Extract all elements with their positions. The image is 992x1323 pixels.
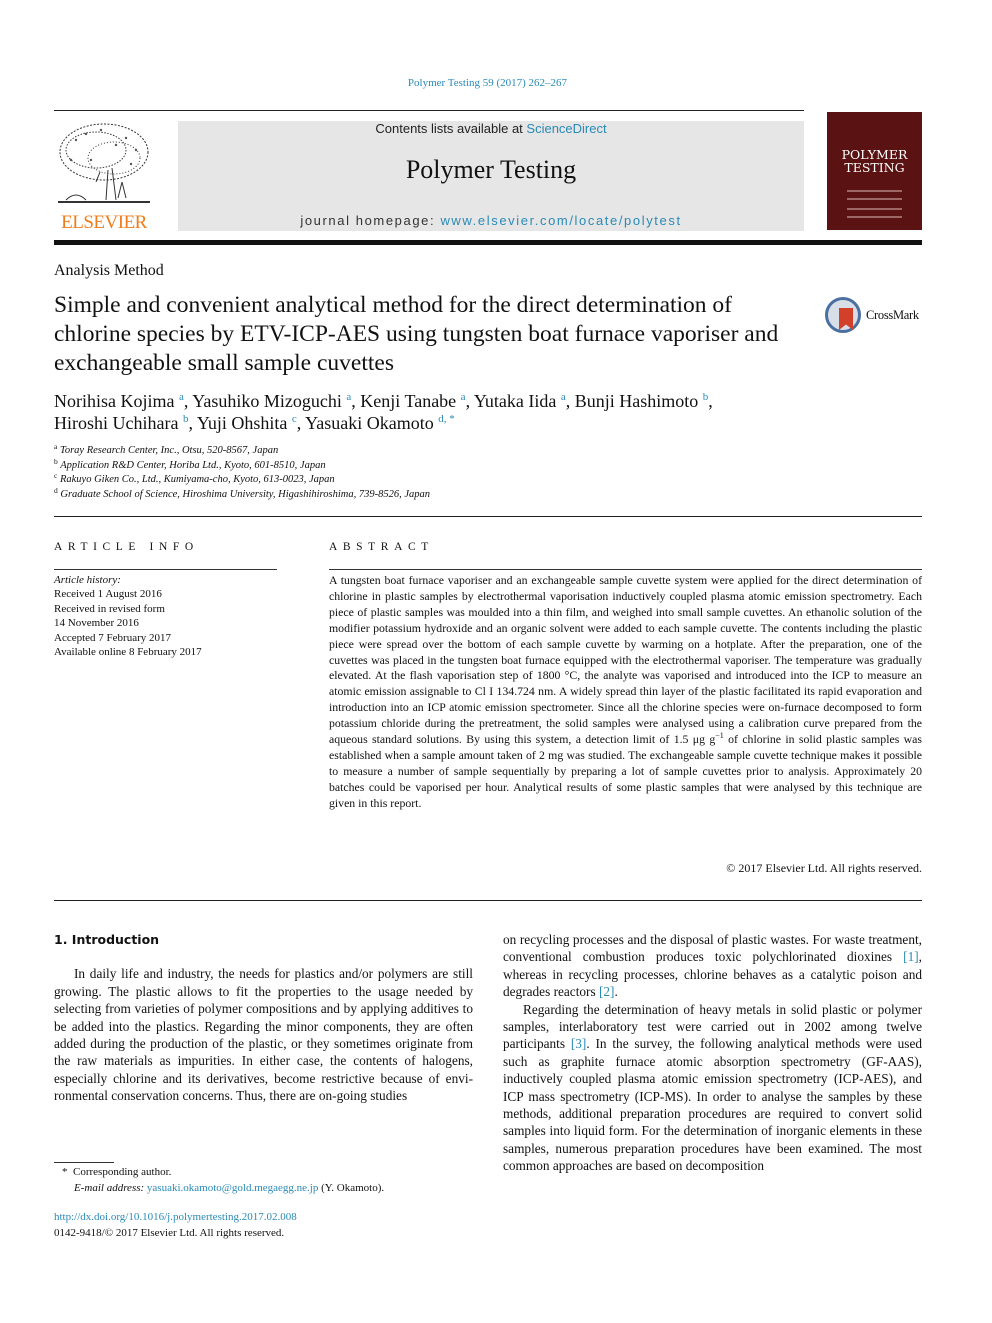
elsevier-wordmark: ELSEVIER xyxy=(61,212,147,233)
affiliation: b Application R&D Center, Horiba Ltd., K… xyxy=(54,456,326,471)
journal-homepage-link[interactable]: www.elsevier.com/locate/polytest xyxy=(440,213,681,228)
reference-link[interactable]: [2] xyxy=(599,984,615,999)
affiliation: d Graduate School of Science, Hiroshima … xyxy=(54,485,430,500)
author[interactable]: Hiroshi Uchihara b xyxy=(54,413,188,433)
history-entry: Received 1 August 2016 xyxy=(54,588,162,601)
journal-banner: Contents lists available at ScienceDirec… xyxy=(178,121,804,231)
doi-link[interactable]: http://dx.doi.org/10.1016/j.polymertesti… xyxy=(54,1210,297,1226)
abstract-copyright: © 2017 Elsevier Ltd. All rights reserved… xyxy=(726,861,922,875)
history-entry: Accepted 7 February 2017 xyxy=(54,631,171,644)
abstract-text: A tungsten boat furnace vaporiser and an… xyxy=(329,573,922,810)
body-paragraph: In daily life and industry, the needs fo… xyxy=(54,966,473,1104)
reference-link[interactable]: [3] xyxy=(571,1036,587,1051)
section-rule xyxy=(54,516,922,517)
header-rule xyxy=(54,110,804,111)
author[interactable]: Bunji Hashimoto b xyxy=(575,391,709,411)
article-title: Simple and convenient analytical method … xyxy=(54,292,779,376)
abstract-rule xyxy=(329,569,922,570)
doi-block: http://dx.doi.org/10.1016/j.polymertesti… xyxy=(54,1210,297,1241)
crossmark-icon xyxy=(825,297,861,333)
cover-text-line xyxy=(847,190,902,192)
body-paragraph: Regarding the determination of heavy met… xyxy=(503,1001,923,1174)
cover-text-line xyxy=(847,216,902,218)
author[interactable]: Kenji Tanabe a xyxy=(360,391,465,411)
article-info-heading: ARTICLE INFO xyxy=(54,541,199,553)
footnote-rule xyxy=(54,1162,114,1163)
elsevier-tree-icon xyxy=(58,123,150,203)
article-info-rule xyxy=(54,569,277,570)
reference-link[interactable]: [1] xyxy=(903,949,919,964)
issn-copyright: 0142-9418/© 2017 Elsevier Ltd. All right… xyxy=(54,1226,285,1239)
journal-homepage: journal homepage: www.elsevier.com/locat… xyxy=(300,213,682,228)
journal-cover-image[interactable]: POLYMER TESTING xyxy=(827,112,922,230)
article-history-label: Article history: xyxy=(54,574,121,586)
article-type: Analysis Method xyxy=(54,262,164,279)
abstract-heading: ABSTRACT xyxy=(329,541,434,553)
sciencedirect-link[interactable]: ScienceDirect xyxy=(526,121,606,136)
cover-title: POLYMER TESTING xyxy=(841,147,908,175)
author[interactable]: Yasuaki Okamoto d, * xyxy=(305,413,455,433)
journal-citation-link[interactable]: Polymer Testing 59 (2017) 262–267 xyxy=(0,77,975,89)
history-entry: 14 November 2016 xyxy=(54,617,139,630)
journal-title: Polymer Testing xyxy=(405,155,577,184)
section-heading-introduction: 1. Introduction xyxy=(54,932,160,947)
history-entry: Available online 8 February 2017 xyxy=(54,646,202,659)
author[interactable]: Yasuhiko Mizoguchi a xyxy=(192,391,351,411)
body-column-right: on recycling processes and the disposal … xyxy=(503,931,922,1175)
email-link[interactable]: yasuaki.okamoto@gold.megaegg.ne.jp xyxy=(147,1182,318,1194)
contents-availability: Contents lists available at ScienceDirec… xyxy=(375,121,607,136)
history-entry: Received in revised form xyxy=(54,602,165,615)
corresponding-author-footnote: * Corresponding author. E-mail address: … xyxy=(62,1166,385,1194)
crossmark-button[interactable]: CrossMark xyxy=(825,296,925,336)
author[interactable]: Yutaka Iida a xyxy=(474,391,566,411)
header-thick-rule xyxy=(54,240,922,245)
author-list: Norihisa Kojima a, Yasuhiko Mizoguchi a,… xyxy=(54,391,713,433)
cover-text-line xyxy=(847,208,902,210)
article-history: Article history: Received 1 August 2016 … xyxy=(54,573,202,659)
elsevier-logo[interactable]: ELSEVIER xyxy=(54,120,154,235)
cover-text-line xyxy=(847,198,902,200)
author[interactable]: Norihisa Kojima a xyxy=(54,391,184,411)
body-rule xyxy=(54,900,922,901)
author[interactable]: Yuji Ohshita c xyxy=(197,413,297,433)
body-paragraph: on recycling processes and the disposal … xyxy=(503,932,922,1000)
body-column-left: 1. Introduction In daily life and indust… xyxy=(54,931,473,1105)
crossmark-label: CrossMark xyxy=(866,308,919,322)
affiliation: a Toray Research Center, Inc., Otsu, 520… xyxy=(54,442,279,456)
affiliation: c Rakuyo Giken Co., Ltd., Kumiyama-cho, … xyxy=(54,471,335,485)
affiliations: a Toray Research Center, Inc., Otsu, 520… xyxy=(54,442,430,502)
